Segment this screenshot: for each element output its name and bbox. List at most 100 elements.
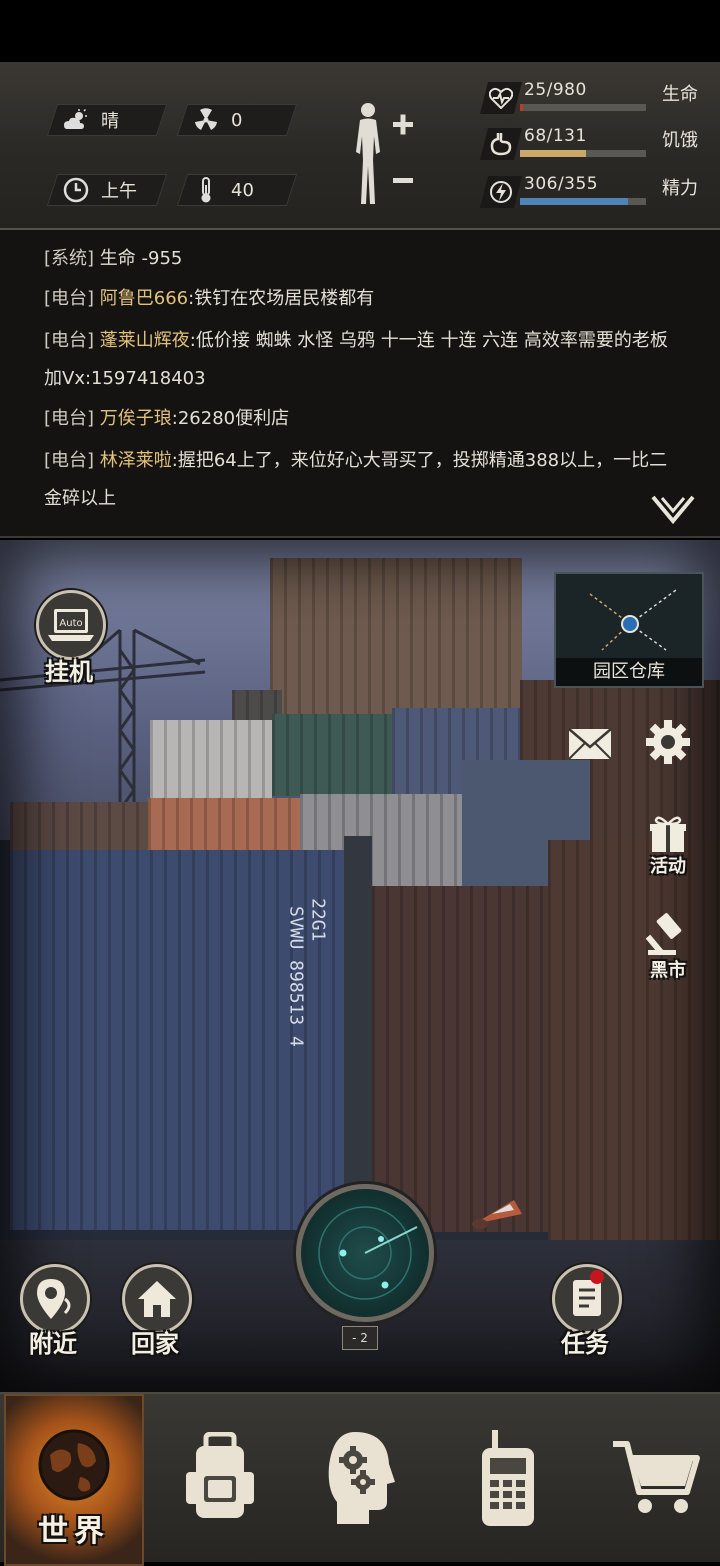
chat-name[interactable]: 林泽莱啦 [100,450,172,471]
top-black-bar [0,0,720,62]
gavel-icon [646,913,682,956]
hunger-label: 饥饿 [662,130,698,151]
chat-name[interactable]: 蓬莱山辉夜 [100,330,190,351]
svg-text:Auto: Auto [59,618,82,629]
nav-world-tab[interactable]: 世界 [4,1394,144,1566]
health-value: 25/980 [524,80,587,100]
energy-icon [490,180,512,204]
chat-text: 生命 -955 [99,248,183,269]
laptop-icon: Auto [48,609,94,641]
radiation-chip: 0 [176,104,298,136]
radiation-value: 0 [231,109,243,131]
thermometer-icon [193,177,219,203]
chat-tag: [电台] [44,408,95,429]
mail-button[interactable] [562,716,618,772]
chat-line: [电台] 万俟子琅:26280便利店 [44,400,684,438]
fence-panel [548,840,720,1240]
chat-line: [系统] 生命 -955 [44,240,684,278]
container-green [272,714,392,796]
chevron-down-icon[interactable] [650,494,696,524]
chat-tag: [系统] [44,248,95,269]
map-node-icon [589,589,677,651]
notification-dot [590,1270,604,1284]
radar-icon [318,1206,418,1300]
chat-name[interactable]: 阿鲁巴666 [100,288,188,309]
nav-backpack-tab[interactable] [160,1394,280,1562]
black-market-label[interactable]: 黑市 [650,956,686,982]
bottom-nav: 世界 [0,1392,720,1566]
container-white [150,720,272,800]
shopping-cart-icon [613,1441,700,1513]
fence-panel [372,886,548,1232]
temperature-value: 40 [231,179,254,201]
health-bar [520,104,646,111]
weather-chip: 晴 [46,104,168,136]
svg-text:22G1: 22G1 [308,898,327,941]
mail-icon [568,728,612,760]
backpack-icon [186,1432,254,1518]
chat-line: [电台] 林泽莱啦:握把64上了，来位好心大哥买了，投掷精通388以上，一比二金… [44,442,684,518]
heart-icon [489,87,513,109]
container-rust [270,558,522,716]
status-panel: 晴 0 上午 40 25/980 生命 68/131 饥饿 306/355 精力 [0,62,720,230]
time-label: 上午 [101,181,137,202]
container-markings: SVWU 898513 4 22G1 [286,898,327,1047]
task-label[interactable]: 任务 [540,1324,630,1359]
sun-cloud-icon [63,107,89,133]
radar-level-badge: - 2 [342,1326,378,1350]
walkie-talkie-icon [482,1430,534,1526]
nearby-label[interactable]: 附近 [8,1324,98,1359]
hunger-stat: 68/131 饥饿 [480,126,720,162]
location-map-card[interactable]: 园区仓库 [554,572,704,688]
stomach-icon [490,132,512,156]
body-status-icon[interactable] [348,100,418,212]
map-card-label: 园区仓库 [556,658,702,686]
hunger-bar [520,150,646,157]
globe-icon [38,1429,110,1501]
health-stat: 25/980 生命 [480,80,720,116]
chat-panel[interactable]: [系统] 生命 -955 [电台] 阿鲁巴666:铁钉在农场居民楼都有 [电台]… [0,230,720,538]
settings-button[interactable] [640,714,696,770]
radar-scanner[interactable] [296,1184,434,1322]
clock-icon [63,177,89,203]
container [10,802,150,854]
home-label[interactable]: 回家 [110,1324,200,1359]
nav-skills-tab[interactable] [300,1394,420,1562]
traffic-cone-icon [472,1200,522,1229]
energy-label: 精力 [662,178,698,199]
scroll-icon [573,1280,601,1316]
nav-radio-tab[interactable] [448,1394,568,1562]
nav-world-label: 世界 [38,1514,110,1549]
temperature-chip: 40 [176,174,298,206]
time-chip: 上午 [46,174,168,206]
chat-tag: [电台] [44,288,95,309]
nav-shop-tab[interactable] [596,1394,716,1562]
chat-tag: [电台] [44,450,95,471]
hunger-value: 68/131 [524,126,587,146]
health-label: 生命 [662,84,698,105]
energy-value: 306/355 [524,174,599,194]
gear-icon [646,720,690,764]
auto-button[interactable]: Auto [36,590,106,660]
energy-bar [520,198,646,205]
black-market-button[interactable] [640,906,696,962]
gift-icon [650,816,686,852]
svg-text:SVWU 898513 4: SVWU 898513 4 [286,906,307,1047]
energy-stat: 306/355 精力 [480,174,720,210]
home-icon [138,1281,176,1317]
radiation-icon [193,107,219,133]
gate-post [344,836,372,1234]
weather-label: 晴 [101,111,119,132]
auto-label[interactable]: 挂机 [24,652,114,687]
chat-text: :铁钉在农场居民楼都有 [188,288,375,309]
chat-line: [电台] 阿鲁巴666:铁钉在农场居民楼都有 [44,280,684,318]
chat-tag: [电台] [44,330,95,351]
events-label[interactable]: 活动 [650,852,686,878]
head-gears-icon [328,1432,395,1524]
chat-line: [电台] 蓬莱山辉夜:低价接 蜘蛛 水怪 乌鸦 十一连 十连 六连 高效率需要的… [44,322,684,398]
location-pin-icon [37,1279,71,1319]
chat-name[interactable]: 万俟子琅 [100,408,172,429]
scene-view[interactable]: SVWU 898513 4 22G1 Auto 挂机 园区仓库 活动 黑市 附近… [0,540,720,1392]
chat-text: :26280便利店 [171,408,290,429]
container-orange [148,798,300,854]
